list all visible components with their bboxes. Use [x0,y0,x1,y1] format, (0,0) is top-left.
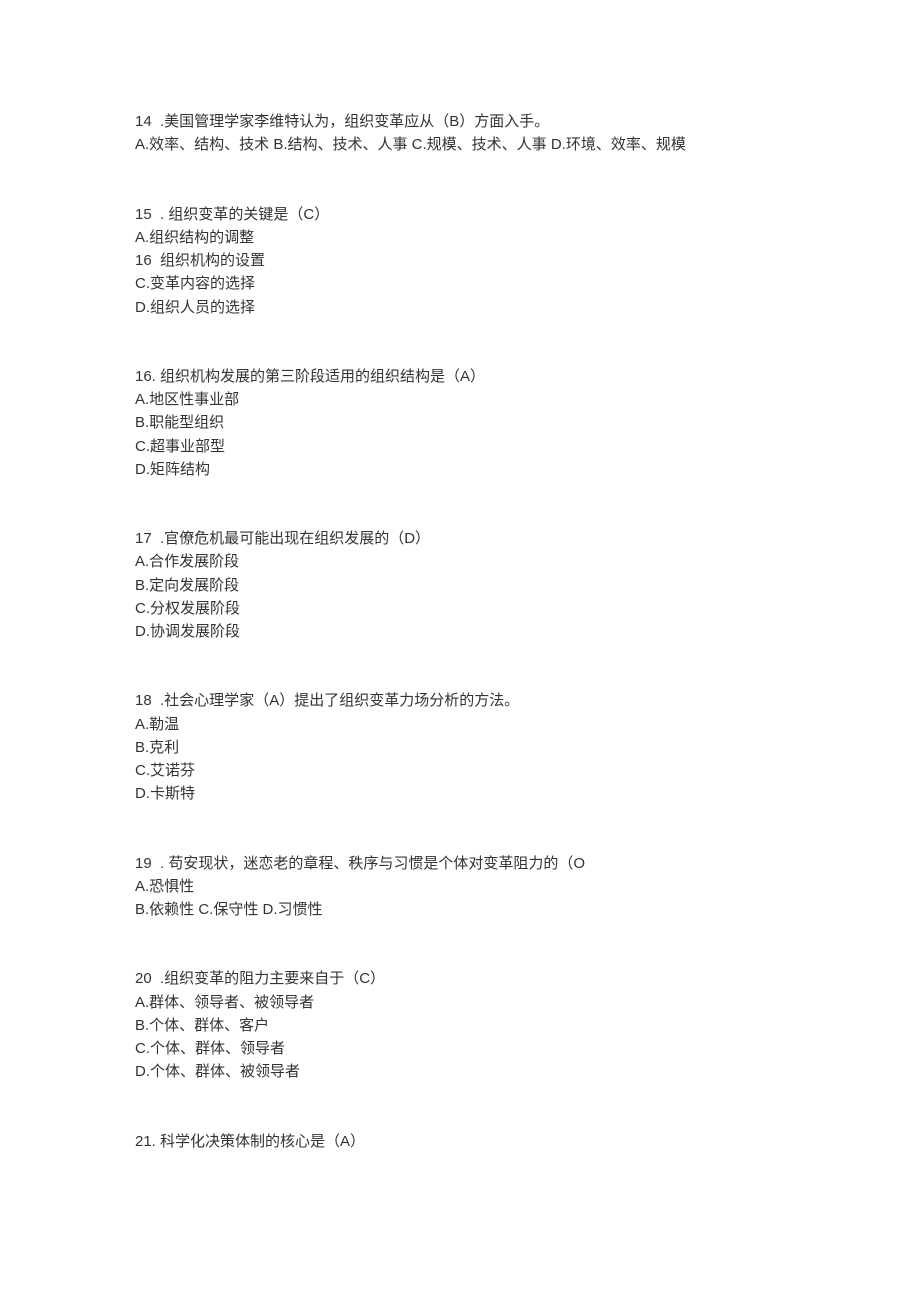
question-line: C.分权发展阶段 [135,597,785,620]
question-line: D.卡斯特 [135,782,785,805]
question-line: D.矩阵结构 [135,458,785,481]
question-line: B.个体、群体、客户 [135,1014,785,1037]
question-line: A.群体、领导者、被领导者 [135,991,785,1014]
question-line: 17 .官僚危机最可能出现在组织发展的（D） [135,527,785,550]
question-line: C.变革内容的选择 [135,272,785,295]
question-line: A.地区性事业部 [135,388,785,411]
question-block: 17 .官僚危机最可能出现在组织发展的（D）A.合作发展阶段B.定向发展阶段C.… [135,527,785,643]
question-line: D.协调发展阶段 [135,620,785,643]
question-block: 16. 组织机构发展的第三阶段适用的组织结构是（A）A.地区性事业部B.职能型组… [135,365,785,481]
question-block: 20 .组织变革的阻力主要来自于（C）A.群体、领导者、被领导者B.个体、群体、… [135,967,785,1083]
question-line: 18 .社会心理学家（A）提出了组织变革力场分析的方法。 [135,689,785,712]
question-line: D.个体、群体、被领导者 [135,1060,785,1083]
question-line: A.组织结构的调整 [135,226,785,249]
question-line: A.效率、结构、技术 B.结构、技术、人事 C.规模、技术、人事 D.环境、效率… [135,133,785,156]
question-line: 16. 组织机构发展的第三阶段适用的组织结构是（A） [135,365,785,388]
question-line: A.勒温 [135,713,785,736]
question-line: 21. 科学化决策体制的核心是（A） [135,1130,785,1153]
question-line: D.组织人员的选择 [135,296,785,319]
question-block: 18 .社会心理学家（A）提出了组织变革力场分析的方法。A.勒温B.克利C.艾诺… [135,689,785,805]
question-block: 21. 科学化决策体制的核心是（A） [135,1130,785,1153]
question-block: 14 .美国管理学家李维特认为，组织变革应从（B）方面入手。A.效率、结构、技术… [135,110,785,157]
question-line: 15 . 组织变革的关键是（C） [135,203,785,226]
question-line: 20 .组织变革的阻力主要来自于（C） [135,967,785,990]
question-line: C.艾诺芬 [135,759,785,782]
question-line: C.个体、群体、领导者 [135,1037,785,1060]
question-line: C.超事业部型 [135,435,785,458]
question-line: 14 .美国管理学家李维特认为，组织变革应从（B）方面入手。 [135,110,785,133]
question-line: A.合作发展阶段 [135,550,785,573]
question-line: B.定向发展阶段 [135,574,785,597]
document-content: 14 .美国管理学家李维特认为，组织变革应从（B）方面入手。A.效率、结构、技术… [135,110,785,1153]
question-line: A.恐惧性 [135,875,785,898]
document-page: 14 .美国管理学家李维特认为，组织变革应从（B）方面入手。A.效率、结构、技术… [0,0,920,1299]
question-block: 15 . 组织变革的关键是（C）A.组织结构的调整16 组织机构的设置C.变革内… [135,203,785,319]
question-line: B.依赖性 C.保守性 D.习惯性 [135,898,785,921]
question-line: B.职能型组织 [135,411,785,434]
question-line: B.克利 [135,736,785,759]
question-block: 19 . 苟安现状，迷恋老的章程、秩序与习惯是个体对变革阻力的（OA.恐惧性B.… [135,852,785,922]
question-line: 16 组织机构的设置 [135,249,785,272]
question-line: 19 . 苟安现状，迷恋老的章程、秩序与习惯是个体对变革阻力的（O [135,852,785,875]
